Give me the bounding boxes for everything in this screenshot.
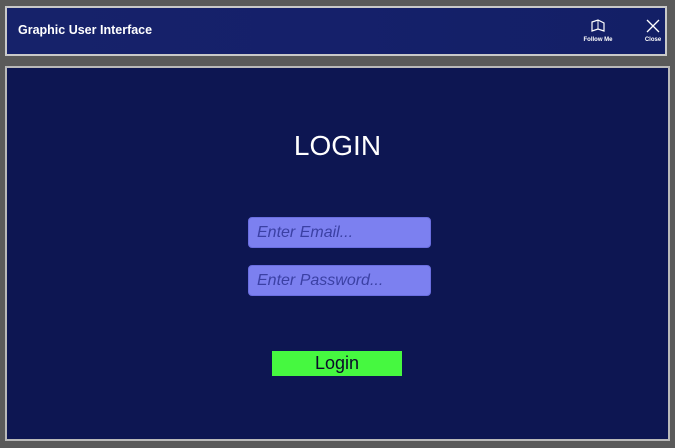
close-icon — [646, 19, 660, 33]
password-field[interactable] — [248, 265, 431, 296]
follow-me-button[interactable]: Follow Me — [576, 16, 620, 52]
close-button[interactable]: Close — [631, 16, 675, 52]
email-field[interactable] — [248, 217, 431, 248]
window-title: Graphic User Interface — [18, 23, 153, 37]
login-button[interactable]: Login — [272, 351, 402, 376]
follow-me-label: Follow Me — [583, 37, 613, 43]
title-bar: Graphic User Interface Follow Me Close — [5, 6, 667, 56]
page-title: LOGIN — [293, 130, 382, 161]
close-label: Close — [644, 37, 662, 43]
pin-icon — [591, 19, 605, 32]
login-panel: LOGIN Login — [5, 66, 670, 441]
